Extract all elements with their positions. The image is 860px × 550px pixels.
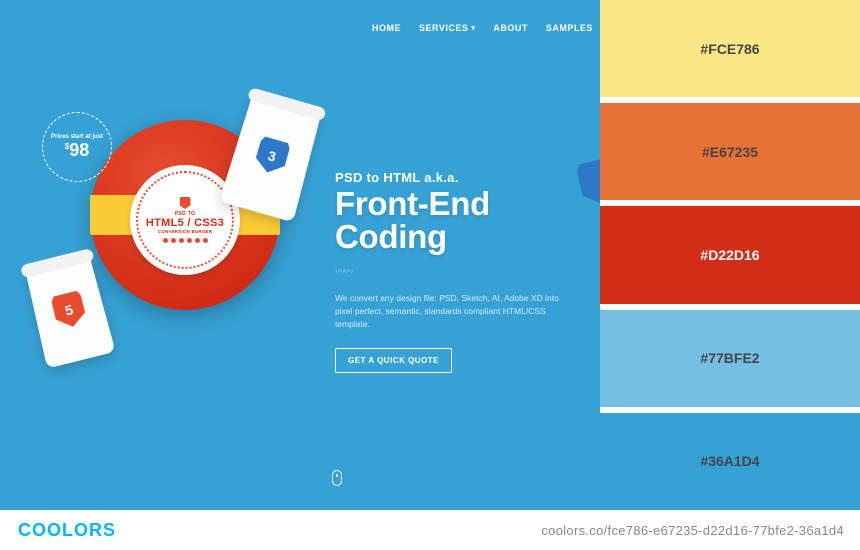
hero-headline: Front-End Coding [335, 187, 575, 253]
css3-shield-icon: 3 [253, 136, 291, 177]
cup-right: 3 [219, 94, 321, 222]
footer: COOLORS coolors.co/fce786-e67235-d22d16-… [0, 510, 860, 550]
price-badge-amount: $98 [65, 140, 89, 161]
hero-description: We convert any design file: PSD, Sketch,… [335, 292, 575, 332]
color-palette: #FCE786 #E67235 #D22D16 #77BFE2 #36A1D4 [600, 0, 860, 510]
cta-button[interactable]: GET A QUICK QUOTE [335, 348, 452, 373]
html5-shield-icon: 5 [51, 290, 88, 330]
swatch-5[interactable]: #36A1D4 [600, 413, 860, 510]
hero-preline: PSD to HTML a.k.a. [335, 170, 575, 185]
swatch-3[interactable]: #D22D16 [600, 206, 860, 303]
swatch-4[interactable]: #77BFE2 [600, 310, 860, 407]
css3-shield-edge-icon [575, 156, 600, 210]
website-preview: HOME SERVICES▾ ABOUT SAMPLES FOR AGENCIE… [0, 0, 600, 510]
nav-samples[interactable]: SAMPLES [546, 18, 593, 38]
brand-logo[interactable]: COOLORS [18, 520, 116, 541]
nav-home[interactable]: HOME [372, 18, 401, 38]
palette-url[interactable]: coolors.co/fce786-e67235-d22d16-77bfe2-3… [541, 523, 844, 538]
burger-disc: PSD TO HTML5 / CSS3 CONVERSION BURGER [130, 165, 240, 275]
site-nav: HOME SERVICES▾ ABOUT SAMPLES FOR AGENCIE… [372, 18, 600, 38]
chevron-down-icon: ▾ [471, 24, 475, 32]
cup-left: 5 [25, 255, 115, 368]
wave-divider-icon: 〰〰 [335, 263, 575, 278]
swatch-2[interactable]: #E67235 [600, 103, 860, 200]
nav-about[interactable]: ABOUT [493, 18, 528, 38]
swatch-1[interactable]: #FCE786 [600, 0, 860, 97]
price-badge: Prices start at just $98 [42, 112, 112, 182]
hero-text: PSD to HTML a.k.a. Front-End Coding 〰〰 W… [335, 170, 575, 373]
nav-services[interactable]: SERVICES▾ [419, 18, 475, 38]
scroll-indicator-icon [332, 470, 342, 486]
